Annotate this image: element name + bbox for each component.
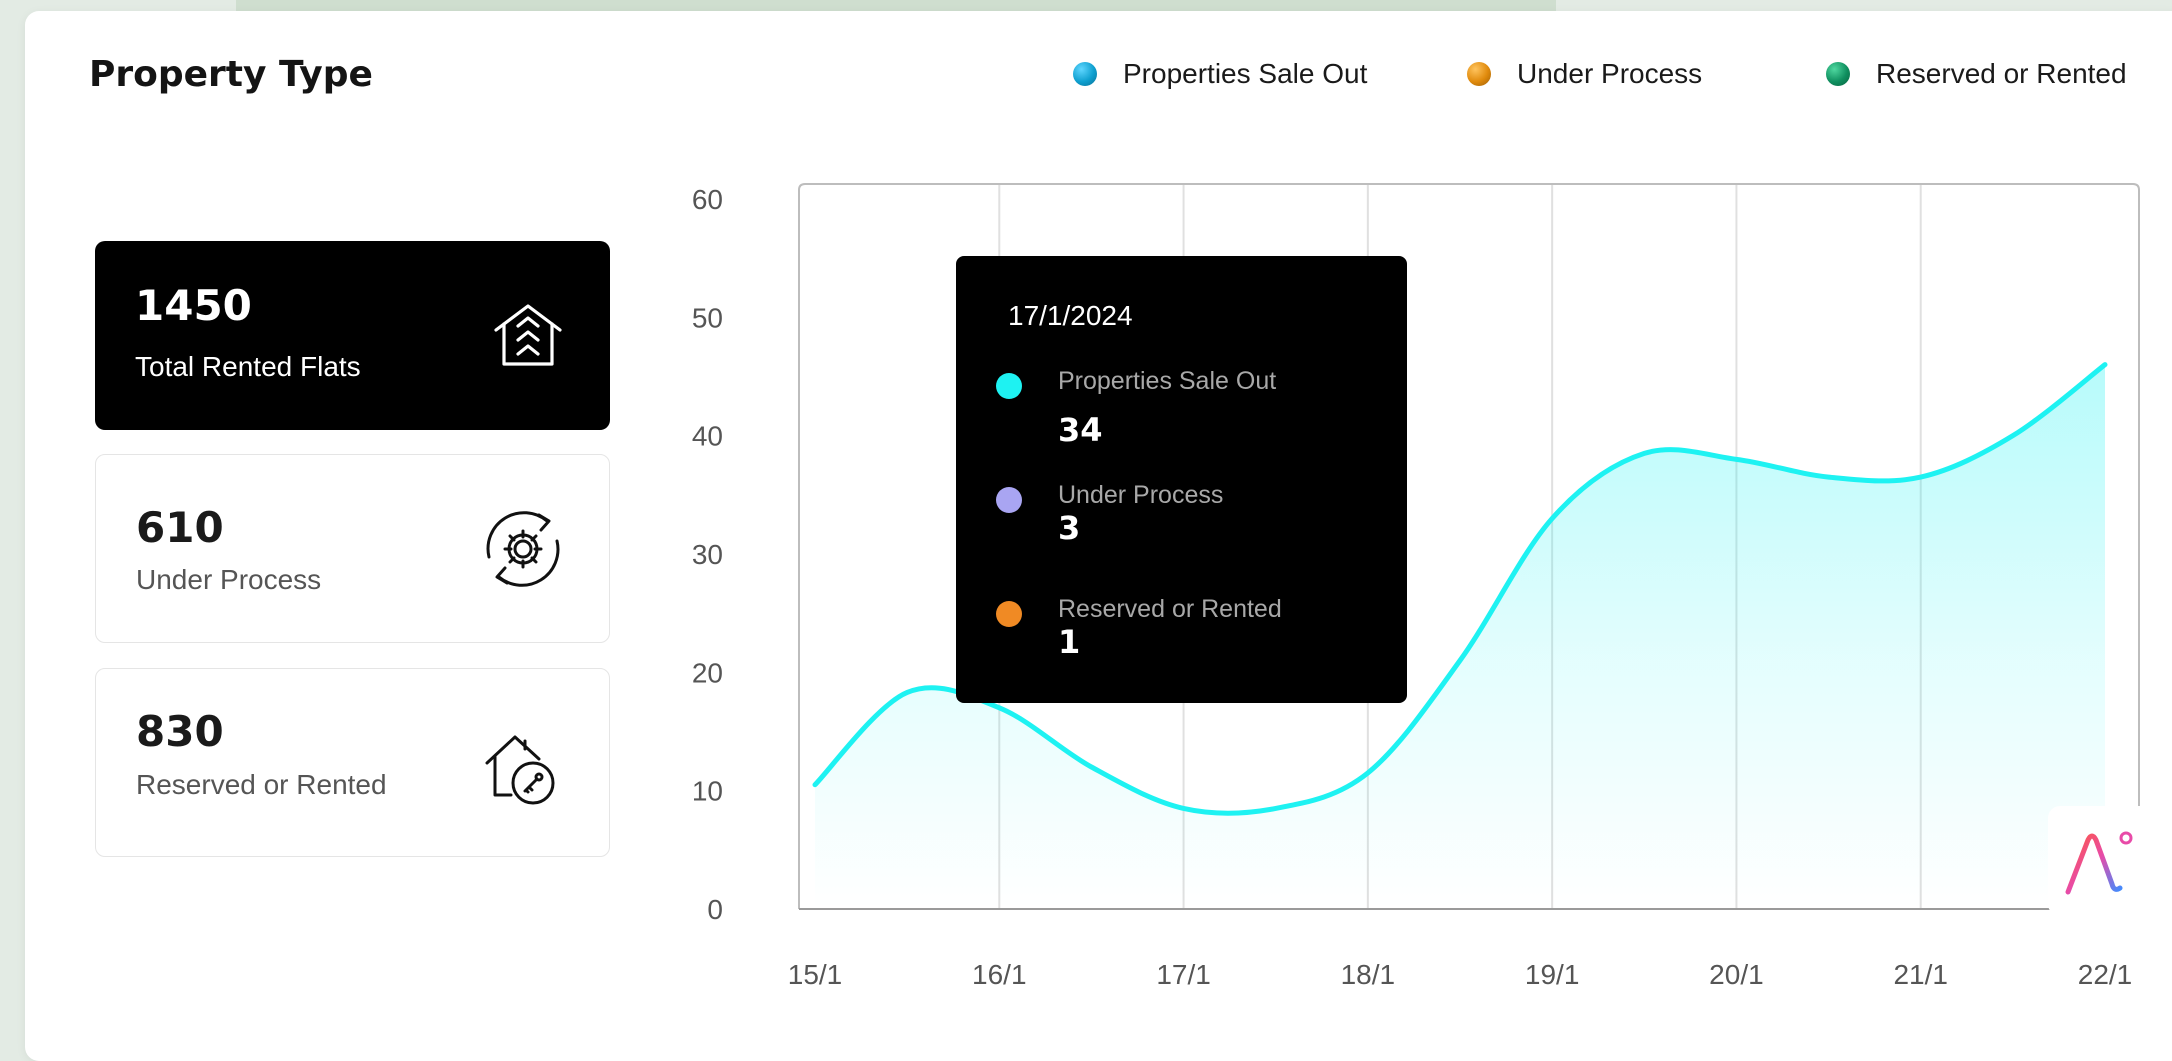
- x-tick-label: 20/1: [1709, 959, 1764, 990]
- ai-logo-icon: [2065, 831, 2133, 895]
- y-tick-label: 20: [692, 657, 723, 688]
- x-tick-label: 16/1: [972, 959, 1027, 990]
- tooltip-dot-icon: [996, 373, 1022, 399]
- x-tick-label: 19/1: [1525, 959, 1580, 990]
- tooltip-label: Reserved or Rented: [1058, 595, 1282, 623]
- x-tick-label: 22/1: [2078, 959, 2133, 990]
- x-tick-label: 21/1: [1893, 959, 1948, 990]
- tooltip-value: 3: [1058, 509, 1081, 547]
- y-tick-label: 50: [692, 302, 723, 333]
- chart-tooltip: 17/1/2024 Properties Sale Out 34 Under P…: [956, 256, 1407, 703]
- tooltip-label: Under Process: [1058, 481, 1224, 509]
- tooltip-dot-icon: [996, 601, 1022, 627]
- y-tick-label: 40: [692, 421, 723, 452]
- tooltip-label: Properties Sale Out: [1058, 367, 1277, 395]
- x-tick-label: 18/1: [1341, 959, 1396, 990]
- tooltip-date: 17/1/2024: [1008, 300, 1133, 331]
- y-tick-label: 0: [707, 894, 723, 925]
- y-tick-label: 10: [692, 776, 723, 807]
- tooltip-value: 34: [1058, 411, 1103, 449]
- tooltip-dot-icon: [996, 487, 1022, 513]
- x-tick-label: 15/1: [788, 959, 843, 990]
- y-tick-label: 60: [692, 184, 723, 215]
- y-tick-label: 30: [692, 539, 723, 570]
- tooltip-value: 1: [1058, 623, 1081, 661]
- brand-badge: [2048, 806, 2148, 916]
- x-tick-label: 17/1: [1156, 959, 1211, 990]
